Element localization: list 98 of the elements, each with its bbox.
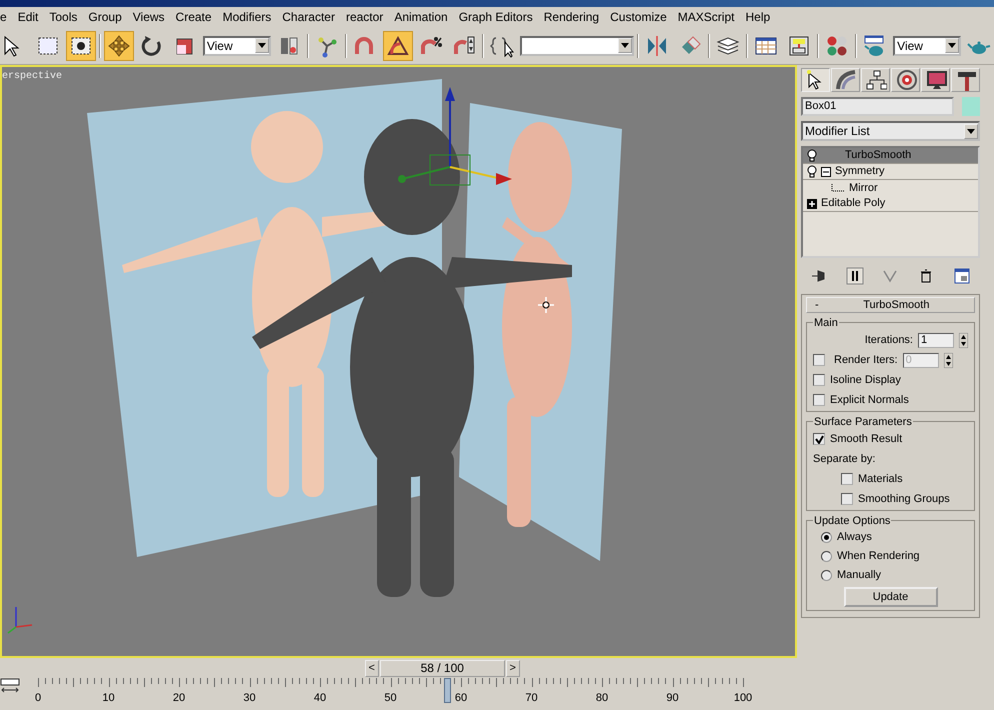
checkbox-label: Smooth Result [830,432,902,447]
radio-button[interactable] [821,551,832,562]
menu-item[interactable]: MAXScript [672,8,740,26]
spinner-label: Iterations: [864,332,913,348]
viewport[interactable]: erspective [0,65,797,658]
previous-frame-button[interactable]: < [364,660,379,677]
group-title: Update Options [813,513,892,530]
tick-label: 80 [596,691,608,706]
panel-tab[interactable] [921,68,950,92]
menu-item[interactable]: Tools [44,8,84,26]
menu-item[interactable]: Customize [605,8,673,26]
menu-item[interactable]: Edit [12,8,44,26]
tick-label: 60 [454,691,468,706]
tick-label: 0 [34,691,42,706]
panel-tab[interactable] [861,68,890,92]
caret-icon [967,128,975,134]
checkbox[interactable] [813,394,825,406]
lightbulb-icon [807,165,817,178]
motion-wheel-icon [894,69,916,91]
curve-icon [834,69,856,91]
menu-item[interactable]: Modifiers [218,8,278,26]
checkbox-label: Explicit Normals [830,392,909,408]
toolbar-button[interactable] [66,30,96,60]
iterations-field[interactable]: 1 [918,332,954,348]
rollout-header[interactable]: - TurboSmooth [806,297,975,313]
hierarchy-icon [864,69,886,91]
radio-label: Always [837,530,872,546]
menu-item[interactable]: Create [170,8,218,26]
checkbox[interactable] [841,473,853,485]
checkmark-icon [814,434,824,444]
object-name-field[interactable]: Box01 [801,97,954,116]
checkbox-label: Render Iters: [834,352,898,368]
stack-item[interactable]: Symmetry [803,164,978,180]
checkbox-label: Materials [858,472,903,487]
lightbulb-icon [807,149,817,162]
monitor-icon [924,69,946,91]
radio-button[interactable] [821,532,832,543]
tick-label: 90 [666,691,679,706]
tick-label: 70 [525,691,538,706]
tick-label: 10 [102,691,115,706]
tick-label: 50 [384,691,397,706]
spheres-icon [825,34,850,58]
panel-tab[interactable] [951,68,980,92]
menu-item[interactable]: Views [128,8,171,26]
timeline-ruler[interactable]: 0 10 20 30 40 50 60 70 80 90 100 [26,678,755,708]
caret-icon [258,43,266,48]
dropdown[interactable]: View [202,36,271,56]
plus-box-icon[interactable] [807,198,817,208]
checkbox[interactable] [813,374,825,386]
move-arrows-icon [106,34,131,58]
checkbox[interactable] [813,433,825,445]
checkbox-label: Smoothing Groups [858,492,950,507]
axis-tripod-icon [8,607,32,634]
section-label: Separate by: [813,452,876,467]
radio-label: When Rendering [837,549,920,564]
menu-item[interactable]: Animation [389,8,454,26]
checkbox[interactable] [841,493,853,505]
spinner-arrows-icon[interactable] [944,352,953,368]
caret-icon [948,43,956,48]
panel-tab[interactable] [831,68,860,92]
toolbar-button[interactable] [382,30,413,60]
caret-icon [621,43,630,48]
menu-item[interactable]: reactor [340,8,390,26]
frame-marker[interactable] [444,678,451,703]
menu-item[interactable]: Character [277,8,341,26]
time-slider[interactable]: 58 / 100 [380,660,505,677]
angle-magnet-icon [386,34,410,58]
tick-label: 30 [243,691,256,706]
tick-label: 20 [172,691,186,706]
checkbox-label: Isoline Display [830,372,901,388]
checkbox[interactable] [813,354,825,366]
stack-item[interactable]: Editable Poly [803,196,978,212]
radio-label: Manually [837,568,882,584]
menu-item[interactable]: Graph Editors [454,8,539,26]
radio-button[interactable] [821,570,832,581]
schematic-icon [787,34,812,58]
panel-tab[interactable] [801,68,830,92]
next-frame-button[interactable]: > [506,660,520,677]
key-mode-icon[interactable] [0,678,22,694]
tick-label: 40 [314,691,326,706]
stack-item[interactable]: TurboSmooth [803,148,978,164]
menu-item[interactable]: Help [740,8,776,26]
menu-item[interactable]: Rendering [538,8,606,26]
menu-item[interactable]: Group [83,8,128,26]
color-swatch[interactable] [962,97,980,116]
modifier-list-dropdown[interactable]: Modifier List [801,121,980,141]
stack-item[interactable]: Mirror [803,180,978,196]
minus-box-icon[interactable] [821,166,831,176]
configure-icon[interactable] [953,267,972,285]
spinner-arrows-icon[interactable] [959,332,968,348]
tick-label: 100 [734,691,752,706]
menu-item[interactable]: e [0,8,13,26]
dropdown[interactable]: View [893,36,962,56]
update-button[interactable]: Update [844,587,938,607]
tree-line-icon [831,184,845,192]
dropdown[interactable] [520,36,634,56]
viewport-label: erspective [2,70,62,84]
panel-tab[interactable] [891,68,920,92]
